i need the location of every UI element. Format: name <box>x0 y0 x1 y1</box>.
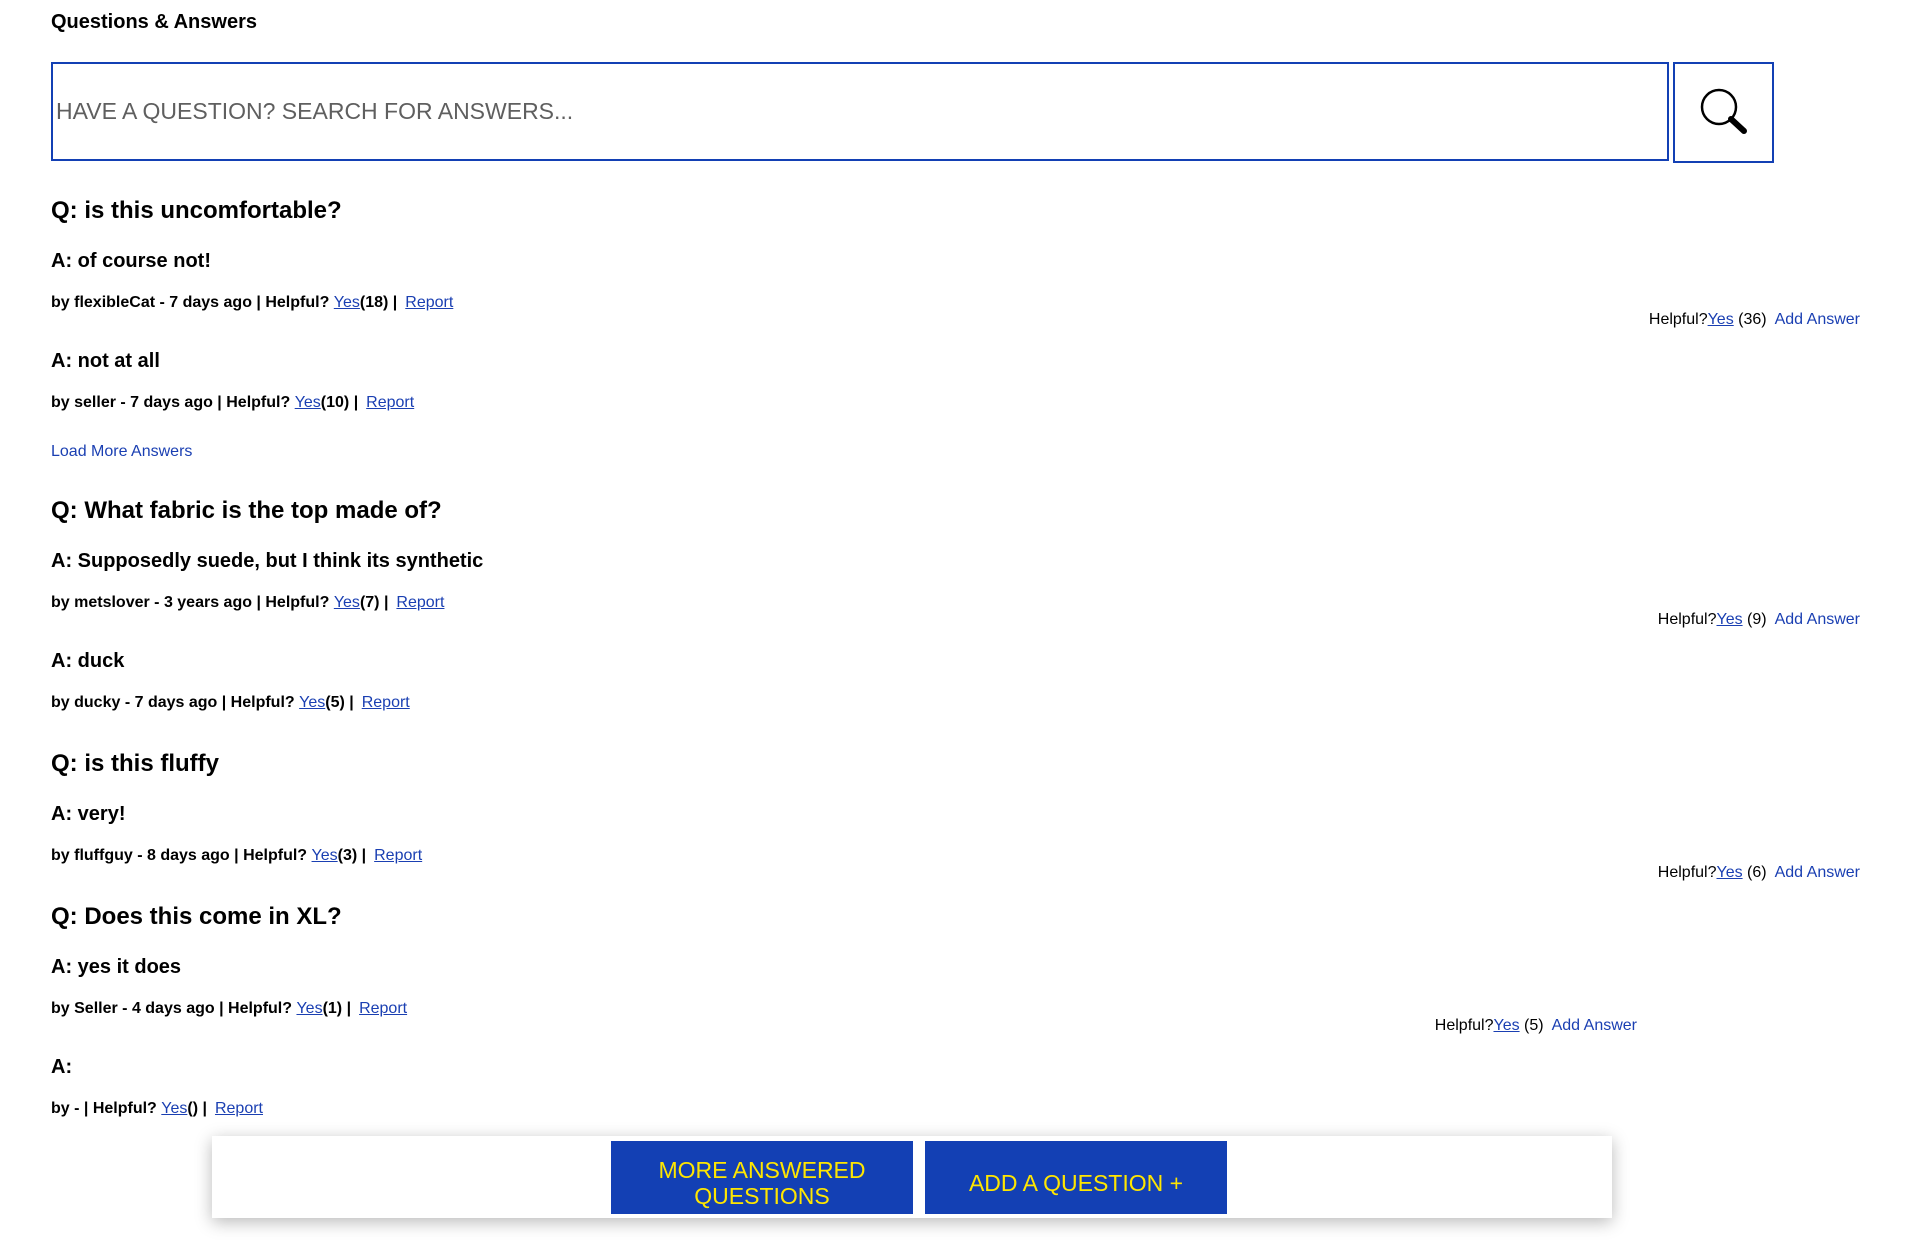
answer-helpful-yes-link[interactable]: Yes <box>161 1100 187 1117</box>
answer-helpful-yes-link[interactable]: Yes <box>334 294 360 311</box>
answer-meta: by flexibleCat - 7 days ago | Helpful? Y… <box>51 294 454 311</box>
answer-meta: by metslover - 3 years ago | Helpful? Ye… <box>51 594 445 611</box>
answer-date: 8 days ago <box>147 847 230 864</box>
search-icon <box>1700 88 1747 134</box>
answer-date: 3 years ago <box>163 594 252 611</box>
report-link[interactable]: Report <box>405 294 453 311</box>
by-label: by <box>51 694 75 711</box>
answer-date: 4 days ago <box>131 1000 215 1017</box>
answer-date: 7 days ago <box>130 394 213 411</box>
by-label: by <box>51 594 75 611</box>
report-link[interactable]: Report <box>374 847 422 864</box>
question-helpful-count: (36) <box>1738 311 1767 328</box>
answer-helpful-count: (10) <box>320 394 350 411</box>
answer-text: A: very! <box>51 803 126 825</box>
question-title: Q: Does this come in XL? <box>51 903 342 930</box>
by-label: by <box>51 1100 75 1117</box>
helpful-label: Helpful? <box>1648 311 1708 328</box>
question-actions: Helpful?Yes (5) Add Answer <box>1435 1017 1637 1035</box>
by-label: by <box>51 294 75 311</box>
question-helpful-count: (5) <box>1524 1017 1544 1034</box>
helpful-label: Helpful? <box>265 594 330 611</box>
by-label: by <box>51 394 75 411</box>
helpful-label: Helpful? <box>1657 864 1717 881</box>
answer-meta: by Seller - 4 days ago | Helpful? Yes(1)… <box>51 1000 408 1017</box>
helpful-label: Helpful? <box>92 1100 157 1117</box>
question-helpful-yes-link[interactable]: Yes <box>1716 864 1742 881</box>
answer-helpful-yes-link[interactable]: Yes <box>312 847 338 864</box>
report-link[interactable]: Report <box>362 694 410 711</box>
by-label: by <box>51 1000 75 1017</box>
question-title: Q: is this uncomfortable? <box>51 197 342 224</box>
helpful-label: Helpful? <box>230 694 295 711</box>
by-label: by <box>51 847 75 864</box>
answer-text: A: not at all <box>51 350 160 372</box>
answer-meta: by ducky - 7 days ago | Helpful? Yes(5) … <box>51 694 410 711</box>
question-actions: Helpful?Yes (36) Add Answer <box>1649 311 1860 329</box>
answer-author: fluffguy <box>74 847 133 864</box>
add-answer-link[interactable]: Add Answer <box>1775 611 1860 628</box>
answer-helpful-yes-link[interactable]: Yes <box>334 594 360 611</box>
answer-helpful-count: (18) <box>359 294 389 311</box>
answer-helpful-count: (1) <box>322 1000 343 1017</box>
question-actions: Helpful?Yes (9) Add Answer <box>1658 611 1860 629</box>
more-answered-questions-button[interactable]: MORE ANSWERED QUESTIONS <box>611 1141 913 1214</box>
report-link[interactable]: Report <box>215 1100 263 1117</box>
answer-meta: by - | Helpful? Yes() | Report <box>51 1100 263 1117</box>
answer-author: ducky <box>74 694 121 711</box>
answer-author: seller <box>74 394 116 411</box>
answer-meta: by seller - 7 days ago | Helpful? Yes(10… <box>51 394 415 411</box>
question-title: Q: What fabric is the top made of? <box>51 497 442 524</box>
question-actions: Helpful?Yes (6) Add Answer <box>1658 864 1860 882</box>
add-answer-link[interactable]: Add Answer <box>1552 1017 1637 1034</box>
report-link[interactable]: Report <box>366 394 414 411</box>
answer-text: A: of course not! <box>51 250 211 272</box>
answer-helpful-count: (5) <box>325 694 345 711</box>
report-link[interactable]: Report <box>359 1000 407 1017</box>
question-helpful-yes-link[interactable]: Yes <box>1493 1017 1519 1034</box>
load-more-answers-link[interactable]: Load More Answers <box>51 443 192 461</box>
answer-author: metslover <box>74 594 150 611</box>
answer-text: A: duck <box>51 650 125 672</box>
report-link[interactable]: Report <box>396 594 444 611</box>
add-answer-link[interactable]: Add Answer <box>1775 864 1860 881</box>
helpful-label: Helpful? <box>265 294 330 311</box>
question-helpful-yes-link[interactable]: Yes <box>1708 311 1734 328</box>
answer-text: A: <box>51 1056 73 1078</box>
helpful-label: Helpful? <box>1657 611 1717 628</box>
answer-author: Seller <box>74 1000 118 1017</box>
question-title: Q: is this fluffy <box>51 750 219 777</box>
answer-helpful-count: (3) <box>337 847 358 864</box>
answer-helpful-count: () <box>187 1100 199 1117</box>
answer-meta: by fluffguy - 8 days ago | Helpful? Yes(… <box>51 847 423 864</box>
question-helpful-count: (6) <box>1747 864 1767 881</box>
answer-text: A: yes it does <box>51 956 182 978</box>
search-input[interactable] <box>51 62 1669 161</box>
add-answer-link[interactable]: Add Answer <box>1775 311 1860 328</box>
search-button[interactable] <box>1673 62 1774 163</box>
helpful-label: Helpful? <box>1434 1017 1494 1034</box>
helpful-label: Helpful? <box>228 1000 293 1017</box>
helpful-label: Helpful? <box>243 847 308 864</box>
answer-helpful-yes-link[interactable]: Yes <box>295 394 321 411</box>
answer-helpful-count: (7) <box>359 594 380 611</box>
question-helpful-yes-link[interactable]: Yes <box>1716 611 1742 628</box>
answer-text: A: Supposedly suede, but I think its syn… <box>51 550 484 572</box>
helpful-label: Helpful? <box>226 394 291 411</box>
answer-date: 7 days ago <box>134 694 218 711</box>
answer-helpful-yes-link[interactable]: Yes <box>299 694 325 711</box>
add-question-button[interactable]: ADD A QUESTION + <box>925 1141 1227 1214</box>
answer-author: flexibleCat <box>74 294 156 311</box>
page-title: Questions & Answers <box>51 11 257 33</box>
answer-helpful-yes-link[interactable]: Yes <box>296 1000 322 1017</box>
answer-date: 7 days ago <box>169 294 252 311</box>
question-helpful-count: (9) <box>1747 611 1767 628</box>
